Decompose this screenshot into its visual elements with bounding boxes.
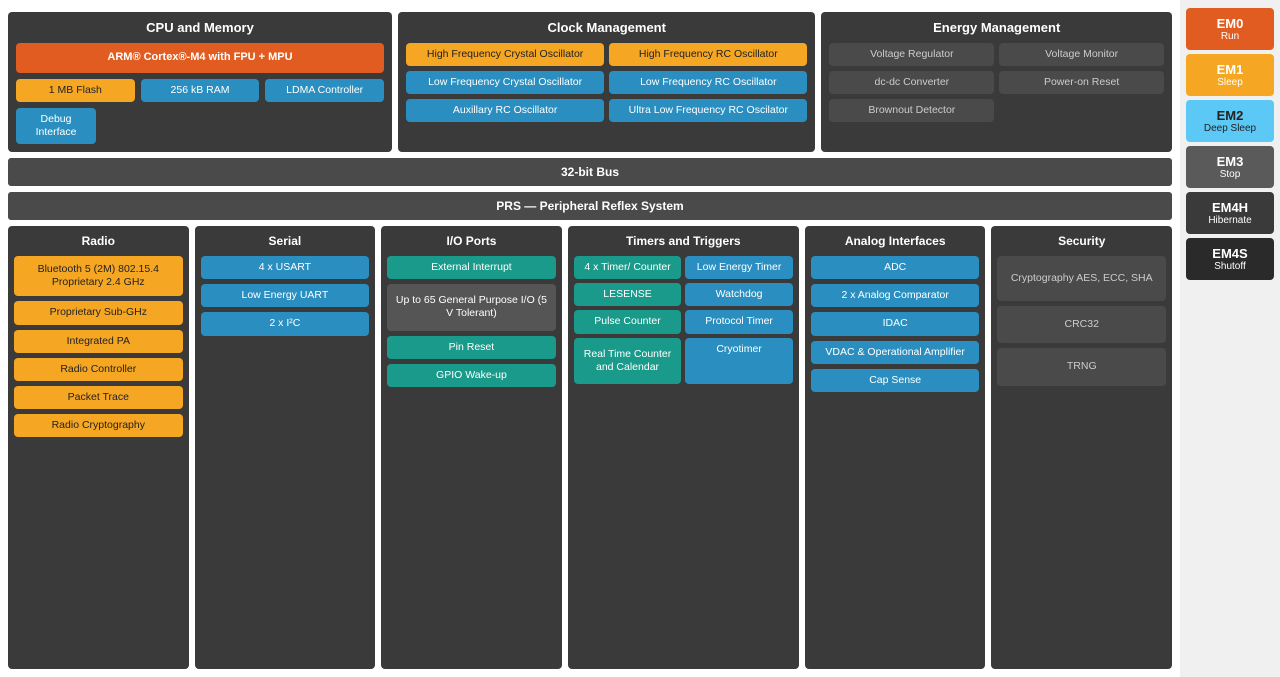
crc32-chip: CRC32: [997, 306, 1166, 343]
adc-chip: ADC: [811, 256, 980, 279]
serial-panel: Serial 4 x USART Low Energy UART 2 x I²C: [195, 226, 376, 669]
radio-bt-chip: Bluetooth 5 (2M) 802.15.4 Proprietary 2.…: [14, 256, 183, 296]
gpio-chip: Up to 65 General Purpose I/O (5 V Tolera…: [387, 284, 556, 330]
i2c-chip: 2 x I²C: [201, 312, 370, 335]
trng-chip: TRNG: [997, 348, 1166, 385]
lfrco-chip: Low Frequency RC Oscillator: [609, 71, 807, 94]
lfxo-chip: Low Frequency Crystal Oscillator: [406, 71, 604, 94]
em2-sub: Deep Sleep: [1190, 123, 1270, 134]
cpu-panel: CPU and Memory ARM® Cortex®-M4 with FPU …: [8, 12, 392, 152]
em2-block[interactable]: EM2 Deep Sleep: [1186, 100, 1274, 142]
io-panel: I/O Ports External Interrupt Up to 65 Ge…: [381, 226, 562, 669]
em4h-label: EM4H: [1190, 200, 1270, 215]
em0-label: EM0: [1190, 16, 1270, 31]
em4h-sub: Hibernate: [1190, 215, 1270, 226]
pin-reset-chip: Pin Reset: [387, 336, 556, 359]
ldma-chip: LDMA Controller: [265, 79, 384, 102]
watchdog-chip: Watchdog: [685, 283, 793, 306]
bus-32bit: 32-bit Bus: [8, 158, 1172, 186]
energy-title: Energy Management: [829, 20, 1164, 35]
ext-int-chip: External Interrupt: [387, 256, 556, 279]
em1-sub: Sleep: [1190, 77, 1270, 88]
crypto-chip: Cryptography AES, ECC, SHA: [997, 256, 1166, 301]
radio-crypto-chip: Radio Cryptography: [14, 414, 183, 437]
em4s-sub: Shutoff: [1190, 261, 1270, 272]
hfxo-chip: High Frequency Crystal Oscillator: [406, 43, 604, 66]
radio-pa-chip: Integrated PA: [14, 330, 183, 353]
timers-panel: Timers and Triggers 4 x Timer/ Counter L…: [568, 226, 799, 669]
flash-chip: 1 MB Flash: [16, 79, 135, 102]
hfrco-chip: High Frequency RC Oscillator: [609, 43, 807, 66]
analog-title: Analog Interfaces: [811, 234, 980, 248]
le-timer-chip: Low Energy Timer: [685, 256, 793, 279]
security-title: Security: [997, 234, 1166, 248]
clock-title: Clock Management: [406, 20, 807, 35]
em1-label: EM1: [1190, 62, 1270, 77]
timers-title: Timers and Triggers: [574, 234, 793, 248]
lesense-chip: LESENSE: [574, 283, 682, 306]
serial-title: Serial: [201, 234, 370, 248]
leuart-chip: Low Energy UART: [201, 284, 370, 307]
em4h-block[interactable]: EM4H Hibernate: [1186, 192, 1274, 234]
energy-panel: Energy Management Voltage Regulator Volt…: [821, 12, 1172, 152]
em4s-block[interactable]: EM4S Shutoff: [1186, 238, 1274, 280]
vdac-chip: VDAC & Operational Amplifier: [811, 341, 980, 364]
pulse-counter-chip: Pulse Counter: [574, 310, 682, 333]
sidebar: EM0 Run EM1 Sleep EM2 Deep Sleep EM3 Sto…: [1180, 0, 1280, 677]
bus-prs: PRS — Peripheral Reflex System: [8, 192, 1172, 220]
em3-block[interactable]: EM3 Stop: [1186, 146, 1274, 188]
cryotimer-chip: Cryotimer: [685, 338, 793, 384]
bod-chip: Brownout Detector: [829, 99, 994, 122]
em0-block[interactable]: EM0 Run: [1186, 8, 1274, 50]
analog-panel: Analog Interfaces ADC 2 x Analog Compara…: [805, 226, 986, 669]
vreg-chip: Voltage Regulator: [829, 43, 994, 66]
em1-block[interactable]: EM1 Sleep: [1186, 54, 1274, 96]
por-chip: Power-on Reset: [999, 71, 1164, 94]
arm-chip: ARM® Cortex®-M4 with FPU + MPU: [16, 43, 384, 73]
dcdc-chip: dc-dc Converter: [829, 71, 994, 94]
em3-label: EM3: [1190, 154, 1270, 169]
usart-chip: 4 x USART: [201, 256, 370, 279]
debug-chip: Debug Interface: [16, 108, 96, 144]
radio-subghz-chip: Proprietary Sub-GHz: [14, 301, 183, 324]
rtcc-chip: Real Time Counter and Calendar: [574, 338, 682, 384]
protocol-timer-chip: Protocol Timer: [685, 310, 793, 333]
em2-label: EM2: [1190, 108, 1270, 123]
io-title: I/O Ports: [387, 234, 556, 248]
radio-title: Radio: [14, 234, 183, 248]
em0-sub: Run: [1190, 31, 1270, 42]
cpu-title: CPU and Memory: [16, 20, 384, 35]
radio-trace-chip: Packet Trace: [14, 386, 183, 409]
timer-counter-chip: 4 x Timer/ Counter: [574, 256, 682, 279]
auxrc-chip: Auxillary RC Oscillator: [406, 99, 604, 122]
em3-sub: Stop: [1190, 169, 1270, 180]
radio-ctrl-chip: Radio Controller: [14, 358, 183, 381]
capsense-chip: Cap Sense: [811, 369, 980, 392]
gpio-wake-chip: GPIO Wake-up: [387, 364, 556, 387]
radio-panel: Radio Bluetooth 5 (2M) 802.15.4 Propriet…: [8, 226, 189, 669]
vmon-chip: Voltage Monitor: [999, 43, 1164, 66]
clock-panel: Clock Management High Frequency Crystal …: [398, 12, 815, 152]
acmp-chip: 2 x Analog Comparator: [811, 284, 980, 307]
ulfrco-chip: Ultra Low Frequency RC Oscilator: [609, 99, 807, 122]
security-panel: Security Cryptography AES, ECC, SHA CRC3…: [991, 226, 1172, 669]
idac-chip: IDAC: [811, 312, 980, 335]
ram-chip: 256 kB RAM: [141, 79, 260, 102]
em4s-label: EM4S: [1190, 246, 1270, 261]
